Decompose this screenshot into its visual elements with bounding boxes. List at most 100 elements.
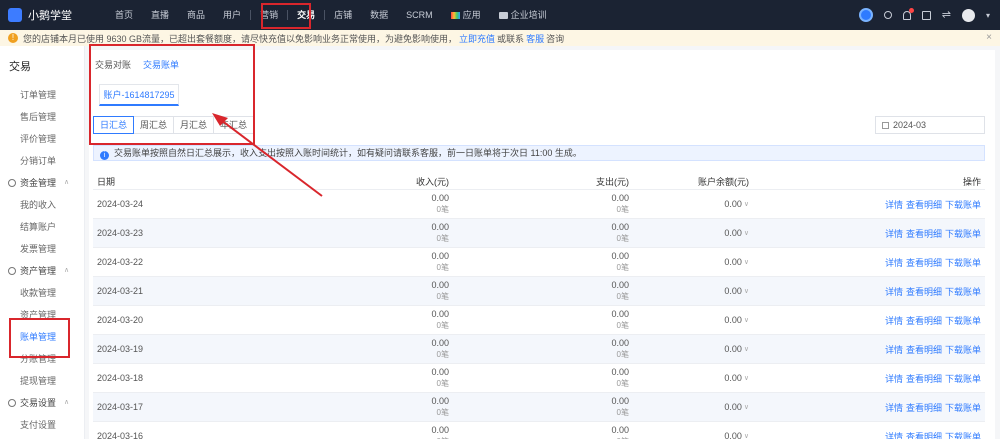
cell-ops: 详情 查看明细 下载账单 (753, 335, 985, 363)
sidebar-item[interactable]: 账单管理 (0, 326, 84, 348)
tab-0[interactable]: 交易对账 (95, 58, 131, 71)
nav-item-3[interactable]: 用户 (214, 0, 250, 30)
date-text: 2024-03-24 (97, 199, 144, 209)
chevron-down-icon[interactable]: ∨ (744, 229, 749, 237)
chevron-down-icon[interactable]: ▾ (986, 11, 990, 20)
expense-values: 0.00 0笔 (453, 364, 629, 392)
expense-amount: 0.00 (611, 251, 629, 261)
sidebar-item[interactable]: 提现管理 (0, 370, 84, 392)
nav-item-0[interactable]: 首页 (106, 0, 142, 30)
tab-1[interactable]: 交易账单 (143, 58, 179, 71)
view-details-link[interactable]: 查看明细 (906, 256, 942, 269)
logo[interactable]: 小鹅学堂 (0, 7, 100, 23)
sidebar-item[interactable]: 订单管理 (0, 84, 84, 106)
rainbow-icon (450, 12, 460, 19)
detail-link[interactable]: 详情 (885, 343, 903, 356)
balance-amount: 0.00 (724, 344, 742, 354)
sidebar-item[interactable]: 资产管理 (0, 304, 84, 326)
view-details-link[interactable]: 查看明细 (906, 430, 942, 439)
download-bill-link[interactable]: 下载账单 (945, 198, 981, 211)
nav-item-8[interactable]: SCRM (397, 0, 442, 30)
notice-link-recharge[interactable]: 立即充值 (459, 32, 495, 45)
view-details-link[interactable]: 查看明细 (906, 372, 942, 385)
detail-link[interactable]: 详情 (885, 256, 903, 269)
detail-link[interactable]: 详情 (885, 227, 903, 240)
notice-link-service[interactable]: 客服 (526, 32, 544, 45)
detail-link[interactable]: 详情 (885, 198, 903, 211)
nav-item-9[interactable]: 应用 (442, 0, 490, 30)
nav-item-7[interactable]: 数据 (361, 0, 397, 30)
detail-link[interactable]: 详情 (885, 372, 903, 385)
chevron-down-icon[interactable]: ∨ (744, 432, 749, 439)
download-bill-link[interactable]: 下载账单 (945, 227, 981, 240)
cell-date: 2024-03-18 (93, 364, 243, 392)
sidebar-item[interactable]: 我的收入 (0, 194, 84, 216)
detail-link[interactable]: 详情 (885, 314, 903, 327)
detail-link[interactable]: 详情 (885, 285, 903, 298)
range-tab-2[interactable]: 月汇总 (173, 116, 215, 134)
sidebar-group[interactable]: 交易设置 ∧ (0, 392, 84, 414)
nav-item-2[interactable]: 商品 (178, 0, 214, 30)
view-details-link[interactable]: 查看明细 (906, 314, 942, 327)
sidebar-item[interactable]: 分账管理 (0, 348, 84, 370)
download-bill-link[interactable]: 下载账单 (945, 343, 981, 356)
range-tab-1[interactable]: 周汇总 (133, 116, 175, 134)
header-income: 收入(元) (416, 177, 449, 187)
chevron-down-icon[interactable]: ∨ (744, 258, 749, 266)
nav-item-10[interactable]: 企业培训 (490, 0, 556, 30)
chevron-down-icon[interactable]: ∨ (744, 200, 749, 208)
view-details-link[interactable]: 查看明细 (906, 285, 942, 298)
view-details-link[interactable]: 查看明细 (906, 343, 942, 356)
balance-amount: 0.00 (724, 286, 742, 296)
detail-link[interactable]: 详情 (885, 430, 903, 439)
view-details-link[interactable]: 查看明细 (906, 198, 942, 211)
notification-icon[interactable] (902, 7, 914, 20)
sidebar-item[interactable]: 收款管理 (0, 282, 84, 304)
income-amount: 0.00 (431, 367, 449, 377)
tab-account-ledger[interactable]: 账户-1614817295 (99, 84, 179, 106)
month-picker[interactable]: 2024-03 (875, 116, 985, 134)
chevron-down-icon[interactable]: ∨ (744, 316, 749, 324)
sidebar-item[interactable]: 分销订单 (0, 150, 84, 172)
sidebar-item[interactable]: 售后管理 (0, 106, 84, 128)
nav-item-4[interactable]: 营销 (251, 0, 287, 30)
detail-link[interactable]: 详情 (885, 401, 903, 414)
chevron-down-icon[interactable]: ∨ (744, 287, 749, 295)
main-panel: 交易对账 交易账单 账户-1614817295 日汇总 周汇总 月汇总 年汇总 2024… (89, 50, 995, 439)
chevron-down-icon[interactable]: ∨ (744, 345, 749, 353)
sidebar-item[interactable]: 支付设置 (0, 414, 84, 436)
sidebar-group[interactable]: 资产管理 ∧ (0, 260, 84, 282)
nav-item-6[interactable]: 店铺 (325, 0, 361, 30)
help-icon[interactable] (858, 8, 873, 22)
range-tab-0[interactable]: 日汇总 (93, 116, 135, 134)
range-tab-3[interactable]: 年汇总 (213, 116, 255, 134)
view-details-link[interactable]: 查看明细 (906, 401, 942, 414)
chevron-down-icon[interactable]: ∨ (744, 374, 749, 382)
download-bill-link[interactable]: 下载账单 (945, 314, 981, 327)
income-count: 0笔 (436, 234, 449, 243)
avatar[interactable] (961, 8, 975, 22)
search-icon[interactable] (883, 11, 892, 19)
download-bill-link[interactable]: 下载账单 (945, 256, 981, 269)
document-icon[interactable] (921, 10, 931, 20)
chevron-down-icon[interactable]: ∨ (744, 403, 749, 411)
nav-item-1[interactable]: 直播 (142, 0, 178, 30)
sidebar-item[interactable]: 评价管理 (0, 128, 84, 150)
ledger-table: 日期 收入(元) 支出(元) 账户余额(元) 操作 2024-03-24 0.00… (93, 174, 985, 439)
table-row: 2024-03-19 0.00 0笔 0.00 0笔 0.00 ∨ 详情 查看明细 下载账单 (93, 335, 985, 364)
download-bill-link[interactable]: 下载账单 (945, 430, 981, 439)
sidebar-item[interactable]: 结算账户 (0, 216, 84, 238)
view-details-link[interactable]: 查看明细 (906, 227, 942, 240)
switch-icon[interactable]: ⇌ (942, 9, 951, 21)
sidebar-group[interactable]: 资金管理 ∧ (0, 172, 84, 194)
nav-item-5[interactable]: 交易 (288, 0, 324, 30)
income-values: 0.00 0笔 (243, 190, 449, 218)
download-bill-link[interactable]: 下载账单 (945, 401, 981, 414)
cell-balance: 0.00 ∨ (633, 393, 753, 421)
close-icon[interactable]: × (986, 32, 992, 43)
chevron-up-icon: ∧ (64, 399, 70, 406)
info-text: 交易账单按照自然日汇总展示，收入支出按照入账时间统计，如有疑问请联系客服，前一日… (114, 148, 582, 158)
download-bill-link[interactable]: 下载账单 (945, 372, 981, 385)
download-bill-link[interactable]: 下载账单 (945, 285, 981, 298)
sidebar-item[interactable]: 发票管理 (0, 238, 84, 260)
